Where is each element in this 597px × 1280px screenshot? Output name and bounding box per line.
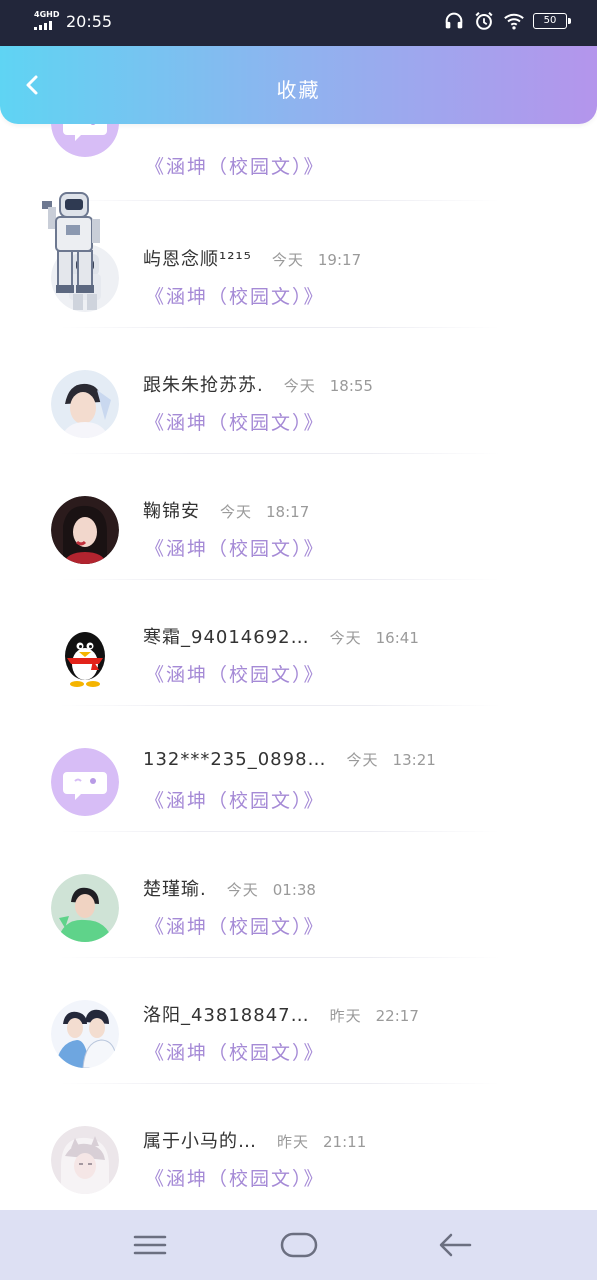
list-item[interactable]: 屿恩念顺¹²¹⁵ 今天 19:17 《涵坤（校园文）》 xyxy=(0,192,597,328)
wifi-icon xyxy=(504,13,524,30)
list-item[interactable]: 洛阳_43818847… 昨天 22:17 《涵坤（校园文）》 xyxy=(0,957,597,1084)
book-title[interactable]: 《涵坤（校园文）》 xyxy=(145,660,325,687)
time-day: 昨天 xyxy=(329,1007,362,1025)
time-clock: 01:38 xyxy=(272,881,316,899)
user-name: 楚瑾瑜. xyxy=(143,879,207,900)
page-title: 收藏 xyxy=(276,78,321,102)
avatar xyxy=(51,622,119,690)
time-clock: 21:11 xyxy=(323,1133,367,1151)
astronaut-sticker-icon xyxy=(42,192,100,293)
header-bar: 收藏 xyxy=(0,46,597,124)
alarm-icon xyxy=(475,12,493,30)
time-clock: 18:55 xyxy=(329,377,373,395)
list-item[interactable]: 跟朱朱抢苏苏. 今天 18:55 《涵坤（校园文）》 xyxy=(0,327,597,454)
system-nav-bar xyxy=(0,1210,597,1280)
list-item[interactable]: 属于小马的… 昨天 21:11 《涵坤（校园文）》 xyxy=(0,1083,597,1209)
avatar xyxy=(51,1126,119,1194)
book-title[interactable]: 《涵坤（校园文）》 xyxy=(145,1164,325,1191)
book-title[interactable]: 《涵坤（校园文）》 xyxy=(145,152,325,179)
user-name: 屿恩念顺¹²¹⁵ xyxy=(143,249,252,270)
avatar xyxy=(51,874,119,942)
battery-icon: 50 xyxy=(533,13,571,29)
avatar xyxy=(51,1000,119,1068)
avatar xyxy=(51,748,119,816)
book-title[interactable]: 《涵坤（校园文）》 xyxy=(145,1038,325,1065)
status-time: 20:55 xyxy=(66,12,113,31)
signal-icon xyxy=(34,21,52,30)
avatar xyxy=(51,124,119,157)
time-day: 昨天 xyxy=(277,1133,310,1151)
avatar xyxy=(51,370,119,438)
book-title[interactable]: 《涵坤（校园文）》 xyxy=(145,282,325,309)
time-clock: 22:17 xyxy=(375,1007,419,1025)
time-clock: 19:17 xyxy=(317,251,362,269)
favorites-list: 《涵坤（校园文）》 屿恩念顺¹²¹⁵ 今天 19:17 《涵坤（校园文）》 跟朱… xyxy=(0,124,597,1210)
time-day: 今天 xyxy=(220,503,253,521)
user-name: 寒霜_94014692… xyxy=(143,627,310,648)
user-name: 132***235_0898… xyxy=(143,749,327,770)
network-type: 4GHD xyxy=(34,10,60,19)
list-item[interactable]: 楚瑾瑜. 今天 01:38 《涵坤（校园文）》 xyxy=(0,831,597,958)
time-day: 今天 xyxy=(346,751,379,769)
time-day: 今天 xyxy=(329,629,362,647)
book-title[interactable]: 《涵坤（校园文）》 xyxy=(145,534,325,561)
status-bar: 4GHD 20:55 50 xyxy=(0,0,597,46)
time-day: 今天 xyxy=(226,881,259,899)
list-item[interactable]: 鞠锦安 今天 18:17 《涵坤（校园文）》 xyxy=(0,453,597,580)
user-name: 鞠锦安 xyxy=(143,501,200,522)
time-clock: 13:21 xyxy=(392,751,436,769)
time-clock: 18:17 xyxy=(266,503,310,521)
user-name: 属于小马的… xyxy=(143,1131,257,1152)
book-title[interactable]: 《涵坤（校园文）》 xyxy=(145,786,325,813)
list-item[interactable]: 寒霜_94014692… 今天 16:41 《涵坤（校园文）》 xyxy=(0,579,597,706)
list-item[interactable]: 《涵坤（校园文）》 xyxy=(0,124,597,201)
menu-icon[interactable] xyxy=(130,1227,170,1263)
time-day: 今天 xyxy=(271,251,304,269)
user-name: 跟朱朱抢苏苏. xyxy=(143,375,264,396)
back-arrow-icon[interactable] xyxy=(436,1227,476,1263)
user-name: 洛阳_43818847… xyxy=(143,1005,310,1026)
home-icon[interactable] xyxy=(279,1227,319,1263)
headphones-icon xyxy=(445,12,463,29)
time-day: 今天 xyxy=(283,377,316,395)
avatar xyxy=(51,496,119,564)
book-title[interactable]: 《涵坤（校园文）》 xyxy=(145,912,325,939)
list-item[interactable]: 132***235_0898… 今天 13:21 《涵坤（校园文）》 xyxy=(0,705,597,832)
book-title[interactable]: 《涵坤（校园文）》 xyxy=(145,408,325,435)
time-clock: 16:41 xyxy=(375,629,419,647)
